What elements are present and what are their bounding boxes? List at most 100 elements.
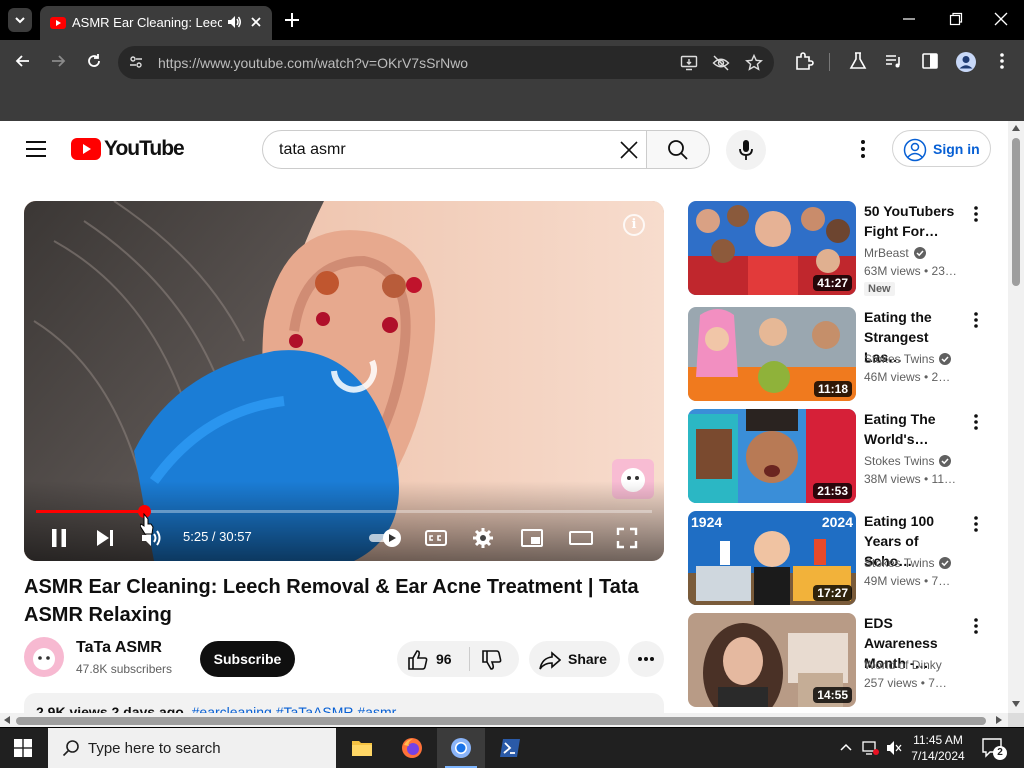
settings-gear-icon[interactable] — [472, 527, 494, 549]
new-tab-icon[interactable] — [282, 10, 302, 30]
channel-name[interactable]: TaTa ASMR — [76, 639, 162, 657]
notification-center[interactable]: 2 — [982, 738, 1007, 760]
tab-search-button[interactable] — [8, 8, 32, 32]
close-tab-icon[interactable] — [248, 14, 264, 30]
volume-muted-icon[interactable] — [886, 740, 902, 756]
recommendation-item[interactable]: 14:55 EDS Awareness Month -… World of Di… — [688, 613, 998, 709]
back-icon[interactable] — [13, 51, 33, 71]
side-panel-icon[interactable] — [920, 51, 940, 71]
recommendation-channel[interactable]: Stokes Twins — [864, 352, 952, 366]
subscribe-button[interactable]: Subscribe — [200, 641, 295, 677]
sign-in-button[interactable]: Sign in — [892, 130, 991, 167]
more-actions-button[interactable] — [628, 641, 664, 677]
scroll-right-icon[interactable] — [996, 716, 1002, 724]
recommendation-channel[interactable]: Stokes Twins — [864, 556, 952, 570]
restore-icon[interactable] — [949, 12, 963, 26]
extensions-icon[interactable] — [794, 51, 814, 71]
progress-bar[interactable] — [36, 505, 652, 518]
taskbar-clock[interactable]: 11:45 AM 7/14/2024 — [904, 732, 972, 764]
taskbar-firefox[interactable] — [388, 728, 436, 768]
channel-avatar[interactable] — [24, 637, 64, 677]
info-button[interactable]: i — [623, 214, 645, 236]
description-tags[interactable]: #earcleaning #TaTaASMR #asmr — [192, 704, 397, 713]
labs-flask-icon[interactable] — [848, 51, 868, 71]
recommendation-title[interactable]: Eating The World's… — [864, 409, 968, 449]
taskbar-file-explorer[interactable] — [338, 728, 386, 768]
active-tab[interactable]: ASMR Ear Cleaning: Leech — [40, 6, 272, 40]
recommendation-item[interactable]: 1924 2024 17:27 Eating 100 Years of Scho… — [688, 511, 998, 607]
thumbs-down-icon[interactable] — [481, 649, 503, 671]
video-thumbnail[interactable]: 1924 2024 17:27 — [688, 511, 856, 605]
horizontal-scrollbar[interactable] — [0, 713, 1008, 727]
minimize-icon[interactable] — [902, 12, 916, 26]
taskbar-powershell[interactable] — [486, 728, 534, 768]
description-box[interactable]: 2.9K views 2 days ago #earcleaning #TaTa… — [24, 693, 664, 713]
video-thumbnail[interactable]: 14:55 — [688, 613, 856, 707]
thumbs-up-icon[interactable] — [407, 649, 429, 671]
pause-icon[interactable] — [48, 527, 70, 549]
captions-icon[interactable] — [424, 527, 448, 549]
youtube-logo-icon — [71, 138, 101, 160]
menu-icon[interactable] — [24, 139, 48, 159]
site-info-icon[interactable] — [128, 54, 144, 70]
voice-search-button[interactable] — [726, 130, 766, 170]
forward-icon[interactable] — [48, 51, 68, 71]
scroll-left-icon[interactable] — [4, 716, 10, 724]
more-vert-icon[interactable] — [972, 617, 980, 635]
install-app-icon[interactable] — [680, 54, 698, 72]
profile-avatar-icon[interactable] — [955, 51, 977, 73]
audio-playing-icon[interactable] — [226, 14, 242, 30]
microphone-icon — [739, 140, 753, 160]
like-count[interactable]: 96 — [436, 651, 452, 667]
close-window-icon[interactable] — [994, 12, 1008, 26]
media-controls-icon[interactable] — [884, 51, 904, 71]
windows-start-icon[interactable] — [14, 739, 32, 757]
recommendation-channel[interactable]: World of Dinky — [864, 658, 942, 672]
settings-more-icon[interactable] — [855, 139, 871, 159]
more-vert-icon[interactable] — [972, 311, 980, 329]
progress-played — [36, 510, 144, 513]
vertical-scroll-thumb[interactable] — [1012, 138, 1020, 286]
taskbar-search-box[interactable]: Type here to search — [48, 728, 336, 768]
search-box[interactable]: tata asmr — [262, 130, 648, 169]
search-input[interactable]: tata asmr — [279, 141, 346, 159]
recommendation-item[interactable]: 41:27 50 YouTubers Fight For… MrBeast 63… — [688, 201, 998, 297]
powershell-icon — [500, 739, 520, 757]
clear-search-icon[interactable] — [618, 139, 640, 161]
show-hidden-icons-icon[interactable] — [840, 742, 852, 752]
more-vert-icon[interactable] — [972, 413, 980, 431]
url-host: https://www.youtube.com — [158, 55, 314, 71]
fullscreen-icon[interactable] — [616, 527, 638, 549]
video-thumbnail[interactable]: 41:27 — [688, 201, 856, 295]
scroll-down-icon[interactable] — [1012, 701, 1020, 707]
recommendation-item[interactable]: 11:18 Eating the Strangest Las… Stokes T… — [688, 307, 998, 403]
network-icon[interactable] — [862, 740, 880, 756]
youtube-logo[interactable]: YouTube — [71, 137, 185, 161]
reload-icon[interactable] — [84, 51, 104, 71]
video-thumbnail[interactable]: 21:53 — [688, 409, 856, 503]
recommendation-title[interactable]: 50 YouTubers Fight For… — [864, 201, 968, 241]
share-button[interactable]: Share — [529, 641, 620, 677]
recommendation-channel[interactable]: MrBeast — [864, 246, 926, 260]
address-bar[interactable]: https://www.youtube.com/watch?v=OKrV7sSr… — [118, 46, 774, 79]
more-vert-icon[interactable] — [972, 205, 980, 223]
scroll-up-icon[interactable] — [1012, 125, 1020, 131]
browser-menu-icon[interactable] — [992, 51, 1012, 71]
recommendation-meta: 49M views • 7… — [864, 574, 951, 588]
video-thumbnail[interactable]: 11:18 — [688, 307, 856, 401]
next-video-icon[interactable] — [94, 527, 116, 549]
autoplay-toggle-icon[interactable] — [368, 527, 404, 549]
search-button[interactable] — [646, 130, 710, 169]
clock-time: 11:45 AM — [913, 733, 963, 747]
bookmark-star-icon[interactable] — [745, 54, 763, 72]
video-player[interactable]: i 5:25 / 30:57 — [24, 201, 664, 561]
horizontal-scroll-thumb[interactable] — [16, 717, 986, 725]
tracking-protection-icon[interactable] — [712, 54, 730, 72]
recommendation-channel[interactable]: Stokes Twins — [864, 454, 952, 468]
recommendation-item[interactable]: 21:53 Eating The World's… Stokes Twins 3… — [688, 409, 998, 505]
taskbar-chrome[interactable] — [437, 728, 485, 768]
theater-mode-icon[interactable] — [568, 527, 594, 549]
miniplayer-icon[interactable] — [520, 527, 544, 549]
vertical-scrollbar[interactable] — [1008, 121, 1024, 713]
more-vert-icon[interactable] — [972, 515, 980, 533]
